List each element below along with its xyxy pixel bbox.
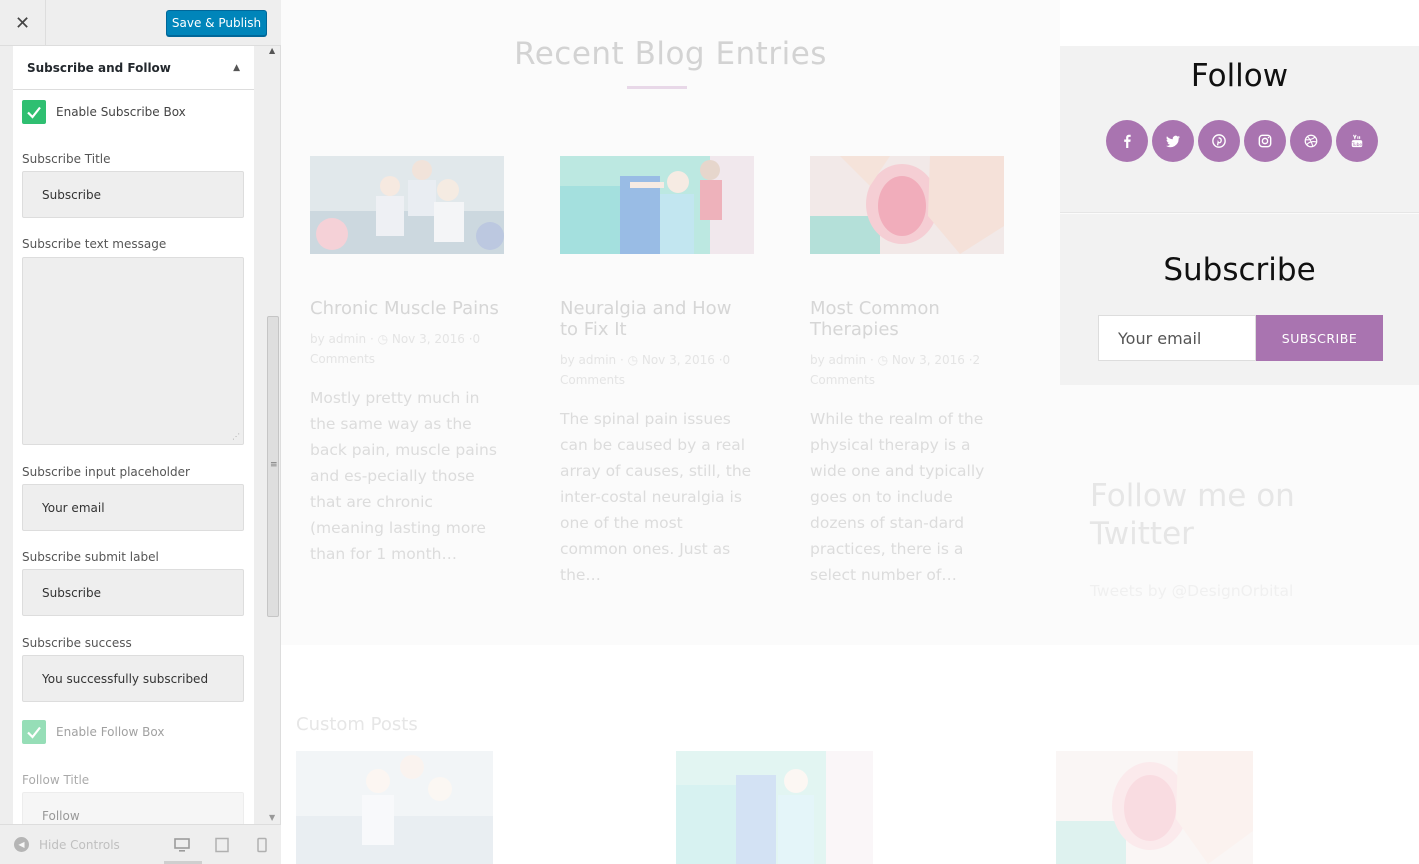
enable-follow-row[interactable]: Enable Follow Box	[22, 720, 164, 744]
subscribe-text-label: Subscribe text message	[22, 237, 167, 251]
heading-underline	[627, 86, 687, 89]
enable-subscribe-checkbox[interactable]	[22, 100, 46, 124]
subscribe-success-input[interactable]: You successfully subscribed	[22, 655, 244, 702]
blog-post-card[interactable]: Chronic Muscle Pains by admin · ◷ Nov 3,…	[310, 156, 504, 567]
post-title[interactable]: Most Common Therapies	[810, 298, 1004, 340]
pinterest-icon[interactable]	[1198, 120, 1240, 162]
enable-subscribe-label: Enable Subscribe Box	[56, 105, 186, 119]
subscribe-title: Subscribe	[1163, 252, 1316, 288]
collapse-left-icon: ◀	[14, 837, 29, 852]
blog-post-card[interactable]: Most Common Therapies by admin · ◷ Nov 3…	[810, 156, 1004, 588]
enable-follow-checkbox[interactable]	[22, 720, 46, 744]
customizer-header: ✕ Save & Publish	[0, 0, 281, 46]
subscribe-success-label: Subscribe success	[22, 636, 132, 650]
desktop-preview-icon[interactable]	[174, 837, 190, 853]
resize-grip-icon[interactable]: ⋰	[232, 432, 240, 441]
scroll-grip-icon: ≡	[270, 460, 278, 470]
post-meta: by admin · ◷ Nov 3, 2016 ·2 Comments	[810, 353, 981, 387]
post-thumbnail-image[interactable]	[810, 156, 1004, 254]
submit-label-label: Subscribe submit label	[22, 550, 159, 564]
widget-column: Follow Tube Subscribe Your email SUBSCRI…	[1060, 0, 1419, 645]
custom-post-thumbnail-image[interactable]	[1056, 751, 1253, 864]
input-placeholder-label: Subscribe input placeholder	[22, 465, 190, 479]
collapse-arrow-icon[interactable]: ▲	[233, 63, 240, 73]
blog-post-card[interactable]: Neuralgia and How to Fix It by admin · ◷…	[560, 156, 754, 588]
site-preview: Recent Blog Entries Chronic Muscle Pains…	[281, 0, 1419, 864]
section-header[interactable]: Subscribe and Follow ▲	[13, 46, 254, 90]
post-thumbnail-image[interactable]	[310, 156, 504, 254]
svg-text:Tube: Tube	[1351, 142, 1363, 148]
custom-posts-heading: Custom Posts	[296, 714, 418, 735]
tablet-preview-icon[interactable]	[214, 837, 230, 853]
input-placeholder-input[interactable]: Your email	[22, 484, 244, 531]
follow-title-input[interactable]: Follow	[22, 792, 244, 824]
section-title: Subscribe and Follow	[27, 60, 171, 75]
enable-subscribe-row[interactable]: Enable Subscribe Box	[22, 100, 186, 124]
scroll-down-arrow-icon[interactable]: ▼	[269, 813, 275, 822]
email-input[interactable]: Your email	[1098, 315, 1256, 361]
submit-label-input[interactable]: Subscribe	[22, 569, 244, 616]
follow-title: Follow	[1190, 58, 1289, 94]
section-panel: Subscribe and Follow ▲ Enable Subscribe …	[13, 46, 254, 824]
scroll-up-arrow-icon[interactable]: ▲	[269, 46, 275, 55]
hide-controls-label: Hide Controls	[39, 837, 120, 852]
post-title[interactable]: Chronic Muscle Pains	[310, 298, 504, 319]
dribbble-icon[interactable]	[1290, 120, 1332, 162]
hide-controls-button[interactable]: ◀ Hide Controls	[14, 837, 120, 852]
tweets-link[interactable]: Tweets by @DesignOrbital	[1090, 582, 1293, 600]
customizer-footer: ◀ Hide Controls	[0, 824, 281, 864]
youtube-icon[interactable]: Tube	[1336, 120, 1378, 162]
instagram-icon[interactable]	[1244, 120, 1286, 162]
custom-post-thumbnail-image[interactable]	[296, 751, 493, 864]
widget-top-strip	[1060, 0, 1419, 46]
checkmark-icon	[27, 726, 41, 739]
social-icons-row: Tube	[1106, 120, 1378, 162]
subscribe-text-textarea[interactable]: ⋰	[22, 257, 244, 445]
subscribe-widget: Subscribe Your email SUBSCRIBE	[1060, 214, 1419, 385]
post-title[interactable]: Neuralgia and How to Fix It	[560, 298, 754, 340]
post-excerpt: Mostly pretty much in the same way as th…	[310, 389, 497, 563]
twitter-widget-title: Follow me on Twitter	[1090, 478, 1295, 552]
subscribe-title-input[interactable]: Subscribe	[22, 171, 244, 218]
post-meta: by admin · ◷ Nov 3, 2016 ·0 Comments	[560, 353, 731, 387]
blog-section: Recent Blog Entries Chronic Muscle Pains…	[281, 0, 1060, 645]
post-excerpt: While the realm of the physical therapy …	[810, 410, 985, 584]
post-excerpt: The spinal pain issues can be caused by …	[560, 410, 752, 584]
mobile-preview-icon[interactable]	[254, 837, 270, 853]
post-thumbnail-image[interactable]	[560, 156, 754, 254]
custom-post-thumbnail-image[interactable]	[676, 751, 873, 864]
post-meta: by admin · ◷ Nov 3, 2016 ·0 Comments	[310, 332, 481, 366]
panel-scrollbar[interactable]: ▲ ≡ ▼	[265, 46, 281, 824]
twitter-icon[interactable]	[1152, 120, 1194, 162]
follow-widget: Follow Tube	[1060, 46, 1419, 213]
subscribe-button[interactable]: SUBSCRIBE	[1256, 315, 1383, 361]
close-customizer-button[interactable]: ✕	[0, 0, 46, 46]
enable-follow-label: Enable Follow Box	[56, 725, 165, 739]
scrollbar-thumb[interactable]: ≡	[267, 316, 279, 617]
customizer-sidebar: ✕ Save & Publish Subscribe and Follow ▲ …	[0, 0, 281, 864]
follow-title-label: Follow Title	[22, 773, 90, 787]
save-publish-button[interactable]: Save & Publish	[166, 10, 267, 36]
checkmark-icon	[27, 106, 41, 119]
blog-heading: Recent Blog Entries	[514, 36, 827, 72]
subscribe-title-label: Subscribe Title	[22, 152, 111, 166]
facebook-icon[interactable]	[1106, 120, 1148, 162]
